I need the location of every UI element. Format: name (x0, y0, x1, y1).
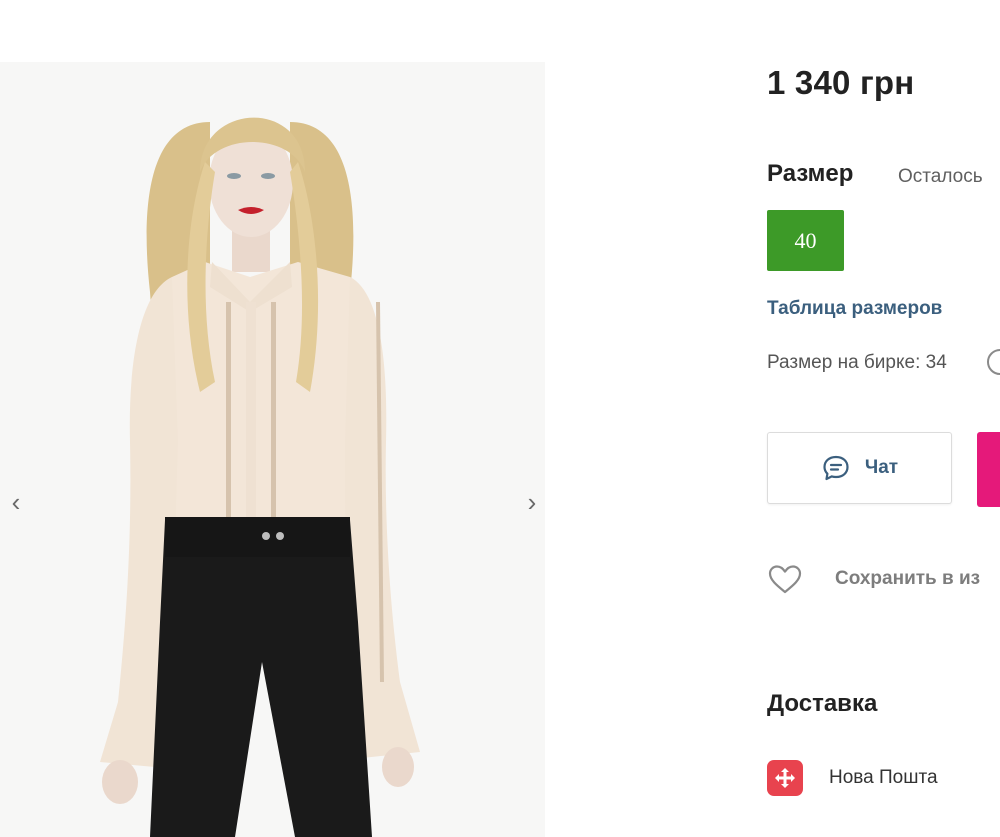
stock-remaining-text: Осталось (898, 166, 983, 187)
product-price: 1 340 грн (767, 64, 915, 101)
nova-poshta-logo-icon (767, 760, 803, 796)
buy-button[interactable] (977, 432, 1000, 507)
info-circle-icon[interactable] (987, 349, 1000, 375)
chat-button[interactable]: Чат (767, 432, 952, 504)
save-to-favorites-label: Сохранить в из (835, 568, 981, 589)
delivery-heading: Доставка (767, 690, 878, 717)
carrier-label: Нова Пошта (829, 767, 938, 788)
size-option-selected[interactable]: 40 (767, 210, 844, 271)
heart-icon (768, 565, 802, 594)
size-table-link[interactable]: Таблица размеров (767, 298, 942, 320)
product-gallery: ‹ › (0, 62, 545, 837)
delivery-option-nova-poshta[interactable]: Нова Пошта (767, 760, 938, 796)
tag-size-text: Размер на бирке: 34 (767, 352, 947, 373)
chat-button-label: Чат (864, 457, 899, 478)
chat-bubble-icon (823, 455, 849, 481)
product-photo (0, 62, 545, 837)
save-to-favorites-button[interactable]: Сохранить в из (767, 563, 980, 595)
size-heading: Размер (767, 160, 854, 187)
gallery-next-arrow[interactable]: › (520, 487, 544, 517)
gallery-prev-arrow[interactable]: ‹ (4, 487, 28, 517)
product-info-panel: 1 340 грн Размер Осталось 40 Таблица раз… (767, 0, 1000, 837)
